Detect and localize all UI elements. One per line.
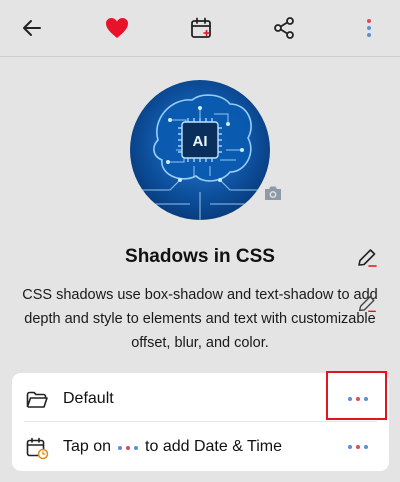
share-button[interactable] <box>266 10 302 46</box>
note-description: CSS shadows use box-shadow and text-shad… <box>22 287 378 351</box>
highlight-box <box>326 371 387 420</box>
share-icon <box>274 17 294 39</box>
hint-prefix: Tap on <box>63 438 112 455</box>
top-divider <box>0 56 400 57</box>
date-time-row[interactable]: Tap on to add Date & Time <box>12 423 389 471</box>
ai-chip-image: AI <box>130 80 270 220</box>
pencil-icon <box>358 249 377 267</box>
more-options-button[interactable] <box>351 10 387 46</box>
note-image-container: AI <box>130 80 281 220</box>
calendar-clock-icon <box>25 436 49 460</box>
favorite-button[interactable] <box>99 10 135 46</box>
note-title: Shadows in CSS <box>125 246 275 267</box>
camera-icon <box>265 186 281 200</box>
svg-text:AI: AI <box>193 133 208 150</box>
arrow-left-icon <box>23 20 41 36</box>
folder-icon <box>25 388 49 412</box>
row-divider <box>24 421 377 422</box>
hint-suffix: to add Date & Time <box>145 438 283 455</box>
edit-description-button[interactable] <box>356 293 378 315</box>
add-to-calendar-button[interactable] <box>183 10 219 46</box>
date-time-more-button[interactable] <box>342 435 374 459</box>
folder-label: Default <box>63 390 114 407</box>
change-image-button[interactable] <box>262 182 284 204</box>
edit-title-button[interactable] <box>355 246 379 270</box>
pencil-icon <box>358 295 376 313</box>
horizontal-dots-icon <box>348 445 368 449</box>
horizontal-dots-icon <box>117 438 139 456</box>
back-button[interactable] <box>14 10 50 46</box>
note-image[interactable]: AI <box>130 80 270 220</box>
heart-icon <box>106 18 128 38</box>
calendar-add-icon <box>191 17 211 38</box>
date-time-hint: Tap on to add Date & Time <box>63 438 282 456</box>
vertical-dots-icon <box>367 19 371 37</box>
top-bar <box>0 0 400 56</box>
